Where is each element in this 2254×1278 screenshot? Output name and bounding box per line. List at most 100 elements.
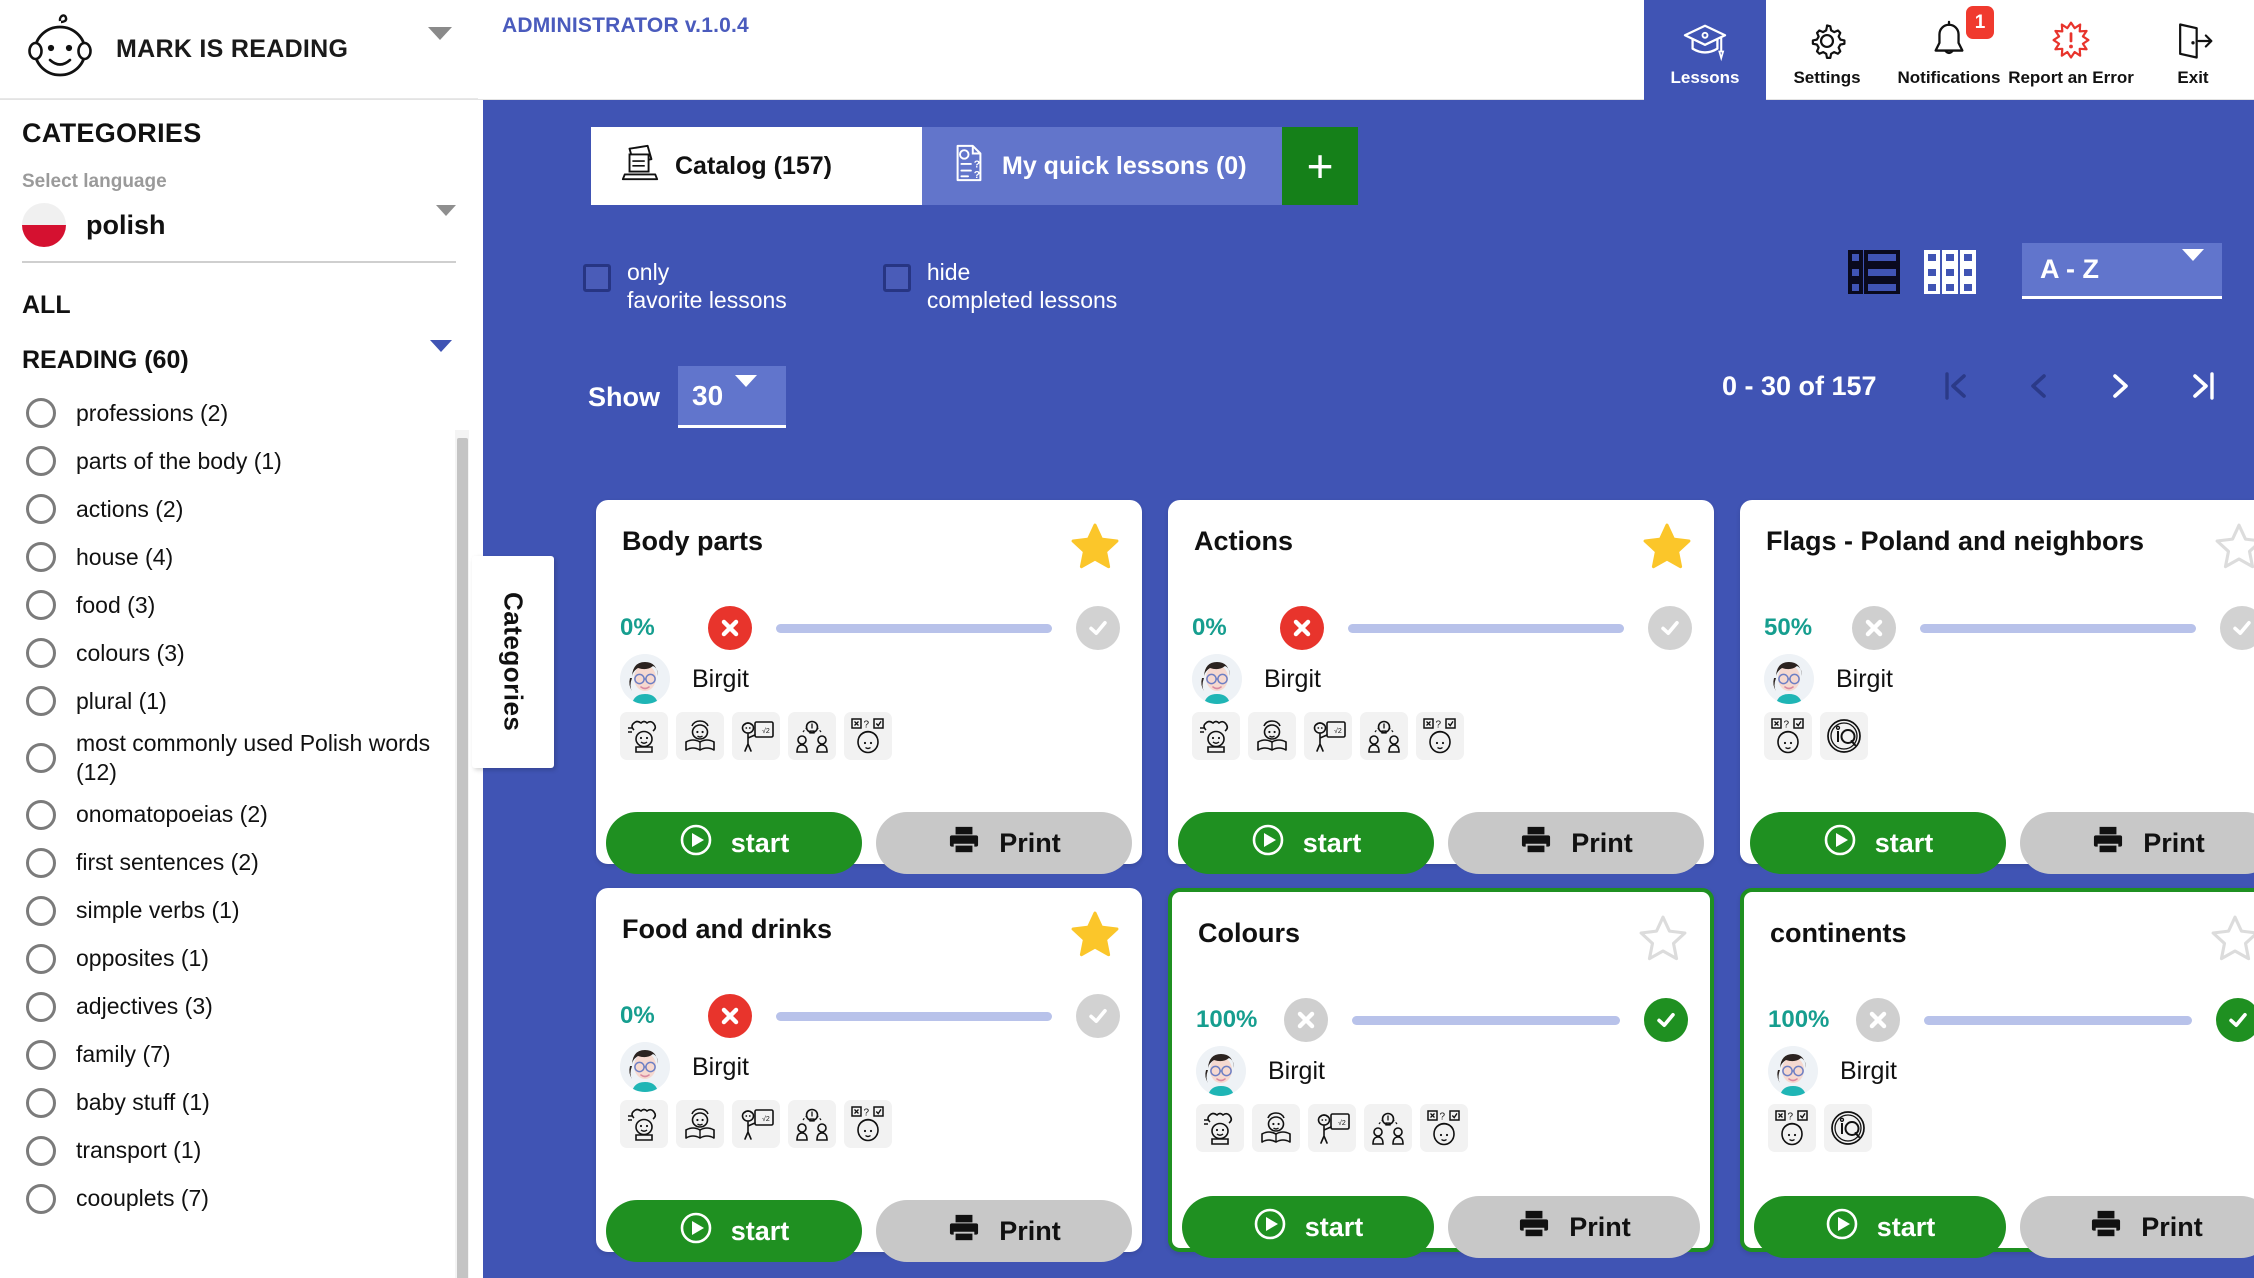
quiz-face-icon[interactable]: ? (1420, 1104, 1468, 1152)
chevron-down-icon[interactable] (430, 339, 452, 370)
sidebar-category-item[interactable]: onomatopoeias (2) (0, 791, 478, 839)
add-lesson-button[interactable]: + (1282, 127, 1358, 205)
quiz-face-icon[interactable]: ? (844, 1100, 892, 1148)
show-select[interactable]: 30 (678, 366, 786, 428)
category-radio[interactable] (26, 1039, 56, 1070)
sidebar-section-reading[interactable]: READING (60) (0, 320, 478, 375)
chevron-down-icon[interactable] (2182, 248, 2204, 279)
chevron-down-icon[interactable] (436, 205, 456, 234)
idea-share-icon[interactable] (788, 1100, 836, 1148)
chevron-down-icon[interactable] (735, 374, 758, 405)
idea-share-icon[interactable] (1364, 1104, 1412, 1152)
quiz-face-icon[interactable]: ? (844, 712, 892, 760)
sidebar-category-item[interactable]: colours (3) (0, 629, 478, 677)
category-radio[interactable] (26, 638, 56, 668)
next-page-icon[interactable] (2079, 368, 2161, 404)
idea-share-icon[interactable] (1360, 712, 1408, 760)
lesson-filter-checkbox[interactable]: only favorite lessons (583, 258, 787, 314)
idea-share-icon[interactable] (788, 712, 836, 760)
print-button[interactable]: Print (876, 812, 1132, 874)
completed-check-icon[interactable] (1076, 994, 1120, 1038)
category-radio[interactable] (26, 590, 56, 620)
sidebar-item-all[interactable]: ALL (0, 263, 478, 320)
list-view-icon[interactable] (1848, 248, 1900, 299)
print-button[interactable]: Print (2020, 1196, 2254, 1258)
reset-progress-icon[interactable] (708, 606, 752, 650)
quiz-face-icon[interactable]: ? (1764, 712, 1812, 760)
quiz-face-icon[interactable]: ? (1768, 1104, 1816, 1152)
teacher-board-icon[interactable]: √2 (732, 1100, 780, 1148)
favorite-star-icon[interactable] (2210, 914, 2254, 967)
sidebar-category-item[interactable]: professions (2) (0, 389, 478, 437)
sidebar-category-item[interactable]: actions (2) (0, 485, 478, 533)
teacher-board-icon[interactable]: √2 (1304, 712, 1352, 760)
sidebar-category-item[interactable]: plural (1) (0, 677, 478, 725)
favorite-star-icon[interactable] (1070, 910, 1120, 963)
sidebar-category-item[interactable]: opposites (1) (0, 935, 478, 983)
category-radio[interactable] (26, 542, 56, 572)
category-radio[interactable] (26, 446, 56, 476)
sidebar-category-item[interactable]: simple verbs (1) (0, 887, 478, 935)
checkbox[interactable] (583, 264, 611, 292)
language-select[interactable]: polish (22, 203, 456, 263)
completed-check-icon[interactable] (2216, 998, 2254, 1042)
print-button[interactable]: Print (1448, 812, 1704, 874)
checkbox[interactable] (882, 264, 911, 292)
tab-my-quick-lessons[interactable]: ? ? My quick lessons (0) (922, 127, 1282, 205)
sidebar-category-item[interactable]: transport (1) (0, 1127, 478, 1175)
lesson-card[interactable]: Actions 0% Birgit √2? start Print (1168, 500, 1714, 874)
favorite-star-icon[interactable] (1070, 522, 1120, 575)
reset-progress-icon[interactable] (1852, 606, 1896, 650)
sidebar-category-item[interactable]: family (7) (0, 1031, 478, 1079)
iq-test-icon[interactable] (1820, 712, 1868, 760)
print-button[interactable]: Print (2020, 812, 2254, 874)
lesson-card[interactable]: Colours 100% Birgit √2? start Print (1168, 888, 1714, 1258)
reading-boy-icon[interactable] (676, 712, 724, 760)
iq-test-icon[interactable] (1824, 1104, 1872, 1152)
last-page-icon[interactable] (2161, 368, 2243, 404)
nav-settings[interactable]: Settings (1766, 0, 1888, 100)
nav-report-error[interactable]: Report an Error (2008, 0, 2134, 100)
lesson-filter-checkbox[interactable]: hide completed lessons (882, 258, 1117, 314)
nav-notifications[interactable]: 1 Notifications (1888, 0, 2010, 100)
favorite-star-icon[interactable] (1638, 914, 1688, 967)
sidebar-category-item[interactable]: baby stuff (1) (0, 1079, 478, 1127)
lesson-card[interactable]: continents 100% Birgit? start Print (1740, 888, 2254, 1258)
category-radio[interactable] (26, 1087, 56, 1118)
quiz-face-icon[interactable]: ? (1416, 712, 1464, 760)
lesson-card[interactable]: Food and drinks 0% Birgit √2? start Print (596, 888, 1142, 1262)
completed-check-icon[interactable] (1648, 606, 1692, 650)
brain-learn-icon[interactable] (1196, 1104, 1244, 1152)
sidebar-category-item[interactable]: adjectives (3) (0, 983, 478, 1031)
favorite-star-icon[interactable] (2214, 522, 2254, 575)
start-button[interactable]: start (606, 812, 862, 874)
reading-boy-icon[interactable] (1248, 712, 1296, 760)
completed-check-icon[interactable] (1644, 998, 1688, 1042)
lesson-card[interactable]: Flags - Poland and neighbors 50% Birgit? st… (1740, 500, 2254, 874)
category-radio[interactable] (26, 895, 56, 926)
sidebar-category-item[interactable]: coouplets (7) (0, 1175, 478, 1223)
categories-pull-tab[interactable]: Categories (472, 556, 554, 768)
sidebar-category-item[interactable]: first sentences (2) (0, 839, 478, 887)
category-radio[interactable] (26, 847, 56, 878)
category-radio[interactable] (26, 398, 56, 428)
sidebar-category-item[interactable]: most commonly used Polish words (12) (0, 725, 478, 791)
start-button[interactable]: start (1754, 1196, 2006, 1258)
profile-selector[interactable]: MARK IS READING (0, 0, 478, 99)
lesson-card[interactable]: Body parts 0% Birgit √2? start Print (596, 500, 1142, 874)
chevron-down-icon[interactable] (428, 27, 452, 58)
completed-check-icon[interactable] (1076, 606, 1120, 650)
first-page-icon[interactable] (1915, 368, 1997, 404)
favorite-star-icon[interactable] (1642, 522, 1692, 575)
category-radio[interactable] (26, 686, 56, 716)
reset-progress-icon[interactable] (708, 994, 752, 1038)
brain-learn-icon[interactable] (1192, 712, 1240, 760)
prev-page-icon[interactable] (1997, 368, 2079, 404)
teacher-board-icon[interactable]: √2 (1308, 1104, 1356, 1152)
reset-progress-icon[interactable] (1284, 998, 1328, 1042)
sort-select[interactable]: A - Z (2022, 243, 2222, 299)
reading-boy-icon[interactable] (1252, 1104, 1300, 1152)
category-radio[interactable] (26, 1135, 56, 1166)
brain-learn-icon[interactable] (620, 712, 668, 760)
sidebar-scrollbar-thumb[interactable] (457, 438, 468, 1278)
